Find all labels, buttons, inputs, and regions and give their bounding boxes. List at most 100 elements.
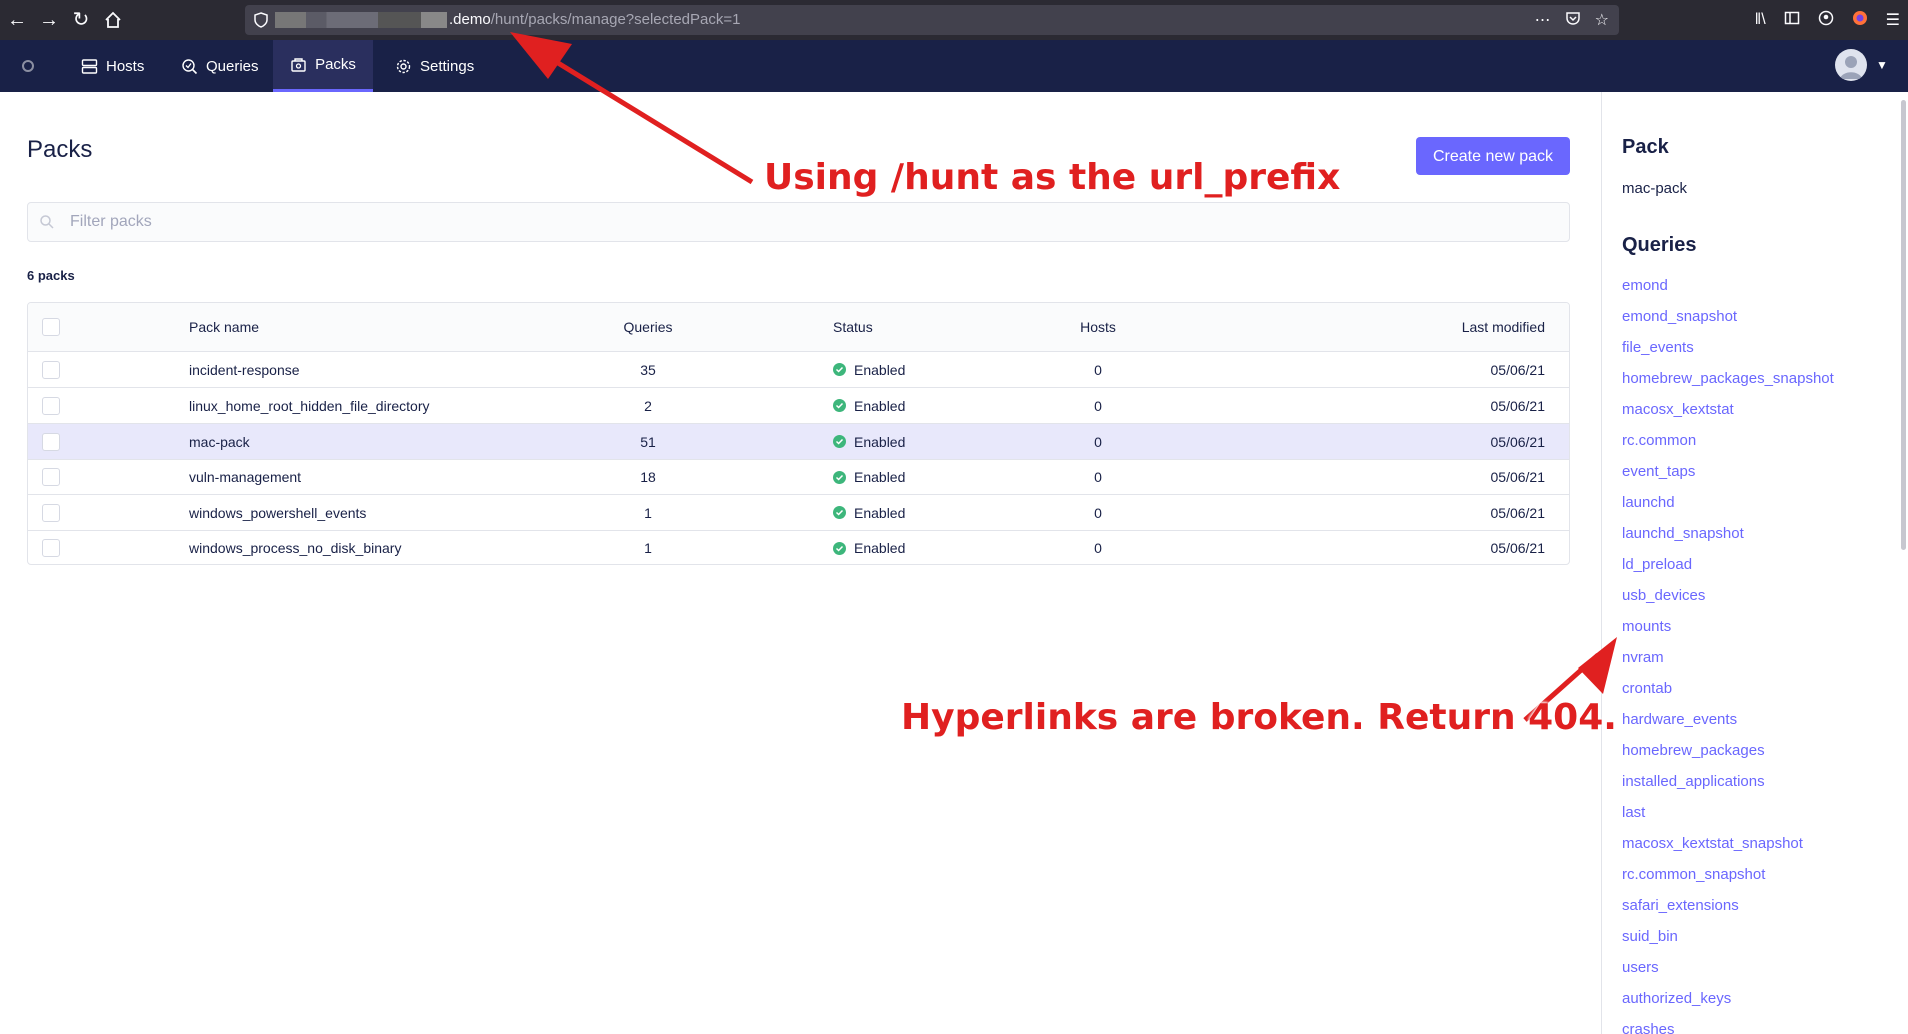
- firefox-icon[interactable]: [1852, 10, 1868, 31]
- query-link[interactable]: nvram: [1622, 649, 1834, 680]
- pack-status: Enabled: [833, 495, 905, 530]
- url-host: .demo: [449, 11, 491, 28]
- pack-status: Enabled: [833, 388, 905, 423]
- pack-queries: 35: [640, 361, 656, 378]
- pack-name[interactable]: windows_process_no_disk_binary: [189, 531, 401, 564]
- table-row[interactable]: vuln-management 18 Enabled 0 05/06/21: [28, 460, 1569, 495]
- gear-icon: [396, 59, 411, 73]
- table-row[interactable]: linux_home_root_hidden_file_directory 2 …: [28, 388, 1569, 424]
- url-bar[interactable]: .demo/hunt/packs/manage?selectedPack=1 ⋯…: [245, 5, 1619, 35]
- status-label: Enabled: [854, 433, 906, 450]
- back-icon[interactable]: ←: [2, 5, 32, 35]
- query-link[interactable]: file_events: [1622, 339, 1834, 370]
- nav-label: Queries: [206, 57, 259, 75]
- annotation-broken-links: Hyperlinks are broken. Return 404.: [901, 697, 1617, 738]
- query-link[interactable]: last: [1622, 804, 1834, 835]
- query-link[interactable]: rc.common: [1622, 432, 1834, 463]
- query-link[interactable]: safari_extensions: [1622, 897, 1834, 928]
- pack-name[interactable]: linux_home_root_hidden_file_directory: [189, 388, 430, 423]
- shield-icon[interactable]: [254, 12, 268, 33]
- table-row[interactable]: windows_process_no_disk_binary 1 Enabled…: [28, 531, 1569, 564]
- pack-name[interactable]: vuln-management: [189, 460, 301, 494]
- query-link[interactable]: rc.common_snapshot: [1622, 866, 1834, 897]
- pack-last-modified: 05/06/21: [1490, 397, 1546, 414]
- search-icon: [40, 215, 54, 229]
- pack-hosts: 0: [1094, 433, 1102, 450]
- page-title: Packs: [27, 136, 93, 163]
- url-path: /hunt/packs/manage?selectedPack=1: [490, 11, 741, 28]
- home-icon[interactable]: [98, 5, 128, 35]
- query-link[interactable]: homebrew_packages: [1622, 742, 1834, 773]
- pack-status: Enabled: [833, 531, 905, 564]
- chevron-down-icon[interactable]: ▼: [1876, 58, 1888, 72]
- row-checkbox[interactable]: [42, 432, 60, 451]
- pack-hosts: 0: [1094, 540, 1102, 556]
- query-link[interactable]: users: [1622, 959, 1834, 990]
- query-link[interactable]: mounts: [1622, 618, 1834, 649]
- url-text[interactable]: .demo/hunt/packs/manage?selectedPack=1: [275, 5, 740, 35]
- row-checkbox[interactable]: [42, 468, 60, 486]
- query-link[interactable]: homebrew_packages_snapshot: [1622, 370, 1834, 401]
- brand-logo-icon[interactable]: [22, 60, 34, 72]
- nav-item-settings[interactable]: Settings: [393, 40, 476, 92]
- query-link[interactable]: authorized_keys: [1622, 990, 1834, 1021]
- query-link[interactable]: emond_snapshot: [1622, 308, 1834, 339]
- select-all-checkbox[interactable]: [42, 318, 60, 336]
- check-circle-icon: [833, 363, 846, 376]
- star-icon[interactable]: ☆: [1595, 10, 1609, 30]
- pocket-icon[interactable]: [1565, 10, 1581, 31]
- pack-name[interactable]: mac-pack: [189, 424, 250, 459]
- nav-item-queries[interactable]: Queries: [179, 40, 261, 92]
- pack-name[interactable]: windows_powershell_events: [189, 495, 366, 530]
- query-link[interactable]: crashes: [1622, 1021, 1834, 1034]
- header-hosts[interactable]: Hosts: [1058, 303, 1138, 351]
- pack-heading: Pack: [1622, 136, 1669, 158]
- header-last-modified[interactable]: Last modified: [1462, 303, 1545, 351]
- more-icon[interactable]: ⋯: [1535, 10, 1551, 30]
- query-link[interactable]: emond: [1622, 277, 1834, 308]
- pack-count: 6 packs: [27, 268, 75, 283]
- forward-icon[interactable]: →: [34, 5, 64, 35]
- query-link[interactable]: macosx_kextstat: [1622, 401, 1834, 432]
- query-link[interactable]: launchd: [1622, 494, 1834, 525]
- table-row[interactable]: incident-response 35 Enabled 0 05/06/21: [28, 352, 1569, 388]
- header-status[interactable]: Status: [833, 303, 873, 351]
- nav-item-hosts[interactable]: Hosts: [79, 40, 146, 92]
- query-link[interactable]: suid_bin: [1622, 928, 1834, 959]
- menu-icon[interactable]: ☰: [1886, 10, 1900, 30]
- avatar[interactable]: [1835, 49, 1867, 81]
- check-circle-icon: [833, 541, 846, 555]
- queries-heading: Queries: [1622, 234, 1697, 256]
- library-icon[interactable]: ‖\: [1755, 11, 1766, 29]
- pack-queries: 1: [644, 504, 652, 521]
- pack-name[interactable]: incident-response: [189, 352, 300, 387]
- annotation-url-prefix: Using /hunt as the url_prefix: [764, 157, 1341, 198]
- query-link[interactable]: usb_devices: [1622, 587, 1834, 618]
- check-circle-icon: [833, 506, 846, 519]
- create-new-pack-button[interactable]: Create new pack: [1416, 137, 1570, 175]
- sidebar-icon[interactable]: [1784, 10, 1800, 31]
- row-checkbox[interactable]: [42, 503, 60, 522]
- reload-icon[interactable]: ↻: [66, 5, 96, 35]
- query-link[interactable]: ld_preload: [1622, 556, 1834, 587]
- app-nav: Hosts Queries Packs Settings ▼: [0, 40, 1908, 92]
- query-link[interactable]: event_taps: [1622, 463, 1834, 494]
- row-checkbox[interactable]: [42, 360, 60, 379]
- filter-packs-input[interactable]: [27, 202, 1570, 242]
- row-checkbox[interactable]: [42, 396, 60, 415]
- query-link[interactable]: crontab: [1622, 680, 1834, 711]
- header-queries[interactable]: Queries: [608, 303, 688, 351]
- row-checkbox[interactable]: [42, 539, 60, 557]
- table-row[interactable]: windows_powershell_events 1 Enabled 0 05…: [28, 495, 1569, 531]
- pack-hosts: 0: [1094, 469, 1102, 485]
- query-link[interactable]: macosx_kextstat_snapshot: [1622, 835, 1834, 866]
- account-icon[interactable]: [1818, 10, 1834, 31]
- query-link[interactable]: launchd_snapshot: [1622, 525, 1834, 556]
- status-label: Enabled: [854, 469, 906, 485]
- nav-item-packs[interactable]: Packs: [273, 40, 373, 92]
- query-link[interactable]: installed_applications: [1622, 773, 1834, 804]
- query-link[interactable]: hardware_events: [1622, 711, 1834, 742]
- table-row-selected[interactable]: mac-pack 51 Enabled 0 05/06/21: [28, 424, 1569, 460]
- sidebar-scrollbar[interactable]: [1901, 100, 1906, 550]
- header-pack-name[interactable]: Pack name: [189, 303, 259, 351]
